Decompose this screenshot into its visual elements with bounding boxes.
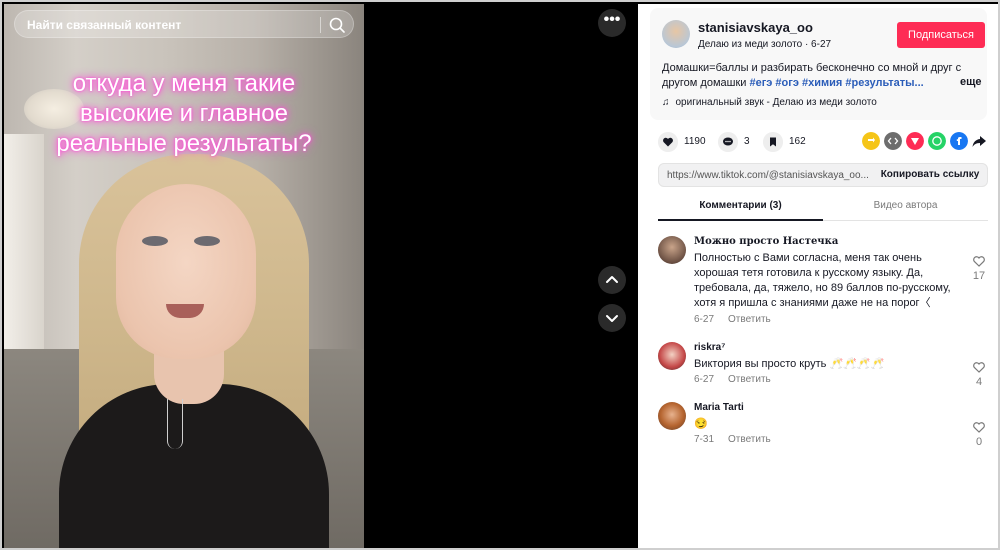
- comment-avatar[interactable]: [658, 236, 686, 264]
- action-bar: 1190 3 162: [658, 132, 988, 152]
- app-frame: Найти связанный контент откуда у меня та…: [0, 0, 1000, 550]
- left-eye: [142, 236, 168, 246]
- author-avatar[interactable]: [662, 20, 690, 48]
- chevron-up-icon: [606, 276, 618, 283]
- related-search-placeholder: Найти связанный контент: [27, 18, 182, 32]
- comment-author[interactable]: Можно просто Настечка: [694, 236, 838, 247]
- overlay-line-2: высокие и главное: [80, 100, 288, 127]
- comment-avatar[interactable]: [658, 402, 686, 430]
- comment-like[interactable]: 17: [970, 254, 988, 282]
- video-player[interactable]: Найти связанный контент откуда у меня та…: [4, 4, 364, 548]
- heart-icon[interactable]: [658, 132, 678, 152]
- facebook-icon[interactable]: [950, 132, 968, 150]
- share-link-url[interactable]: https://www.tiktok.com/@stanisiavskaya_o…: [667, 170, 872, 181]
- reply-button[interactable]: Ответить: [728, 434, 771, 445]
- panel-tabs: Комментарии (3) Видео автора: [658, 197, 988, 221]
- search-divider: [320, 17, 321, 33]
- previous-video-button[interactable]: [598, 266, 626, 294]
- chevron-down-icon: [606, 315, 618, 322]
- reply-button[interactable]: Ответить: [728, 374, 771, 385]
- sound-title: оригинальный звук - Делаю из меди золото: [675, 97, 877, 108]
- video-area: Найти связанный контент откуда у меня та…: [4, 4, 638, 548]
- comment-like[interactable]: 0: [970, 420, 988, 448]
- share-arrow-icon[interactable]: [970, 132, 988, 150]
- whatsapp-icon[interactable]: [928, 132, 946, 150]
- follow-button[interactable]: Подписаться: [897, 22, 985, 48]
- tab-author-videos[interactable]: Видео автора: [823, 197, 988, 221]
- overlay-line-1: откуда у меня такие: [72, 70, 296, 97]
- sound-row[interactable]: ♫ оригинальный звук - Делаю из меди золот…: [662, 97, 877, 108]
- comment-like-count: 4: [975, 376, 983, 388]
- comment-like-count: 17: [972, 270, 986, 282]
- heart-outline-icon[interactable]: [972, 360, 986, 374]
- description-more-link[interactable]: еще: [960, 76, 982, 88]
- heart-outline-icon[interactable]: [972, 420, 986, 434]
- music-note-icon: ♫: [662, 97, 670, 108]
- comment-author[interactable]: riskra⁷: [694, 342, 725, 353]
- like-count: 1190: [684, 136, 706, 147]
- reply-button[interactable]: Ответить: [728, 314, 771, 325]
- embed-icon[interactable]: [884, 132, 902, 150]
- overlay-line-3: реальные результаты?: [56, 130, 312, 157]
- comment-count: 3: [744, 136, 750, 147]
- comment-author[interactable]: Maria Tarti: [694, 402, 744, 413]
- bookmark-icon[interactable]: [763, 132, 783, 152]
- related-search-bar[interactable]: Найти связанный контент: [14, 10, 354, 38]
- copy-link-button[interactable]: Копировать ссылку: [873, 164, 987, 186]
- share-link-row: https://www.tiktok.com/@stanisiavskaya_o…: [658, 163, 988, 187]
- author-subtitle: Делаю из меди золото · 6-27: [698, 39, 832, 50]
- video-description: Домашки=баллы и разбирать бесконечно со …: [662, 61, 977, 91]
- necklace: [167, 399, 183, 449]
- comment-meta: 6-27 Ответить: [694, 314, 785, 325]
- comment-text: Полностью с Вами согласна, меня так очен…: [694, 252, 951, 309]
- repost-icon[interactable]: [862, 132, 880, 150]
- comment-like[interactable]: 4: [970, 360, 988, 388]
- description-hashtags[interactable]: #егэ #огэ #химия #результаты...: [749, 77, 923, 89]
- comment-avatar[interactable]: [658, 342, 686, 370]
- person-body: [59, 384, 329, 548]
- comment-meta: 6-27 Ответить: [694, 374, 785, 385]
- author-username[interactable]: stanisiavskaya_oo: [698, 20, 813, 35]
- comment-text: Виктория вы просто круть 🥂🥂🥂🥂: [694, 358, 885, 370]
- comment-icon[interactable]: [718, 132, 738, 152]
- comment-date: 7-31: [694, 434, 715, 445]
- video-overlay-caption: откуда у меня такие высокие и главное ре…: [24, 69, 344, 159]
- heart-outline-icon[interactable]: [972, 254, 986, 268]
- comment-like-count: 0: [975, 436, 983, 448]
- details-panel: stanisiavskaya_oo Делаю из меди золото ·…: [638, 4, 998, 548]
- author-card: stanisiavskaya_oo Делаю из меди золото ·…: [650, 8, 987, 120]
- send-icon[interactable]: [906, 132, 924, 150]
- comment-date: 6-27: [694, 374, 715, 385]
- more-options-button[interactable]: •••: [598, 9, 626, 37]
- comment-meta: 7-31 Ответить: [694, 434, 785, 445]
- right-eye: [194, 236, 220, 246]
- search-icon[interactable]: [327, 15, 347, 35]
- comment-text: 😏: [694, 418, 708, 430]
- save-count: 162: [789, 136, 806, 147]
- next-video-button[interactable]: [598, 304, 626, 332]
- comment-date: 6-27: [694, 314, 715, 325]
- tab-comments[interactable]: Комментарии (3): [658, 197, 823, 221]
- person-face: [116, 184, 256, 359]
